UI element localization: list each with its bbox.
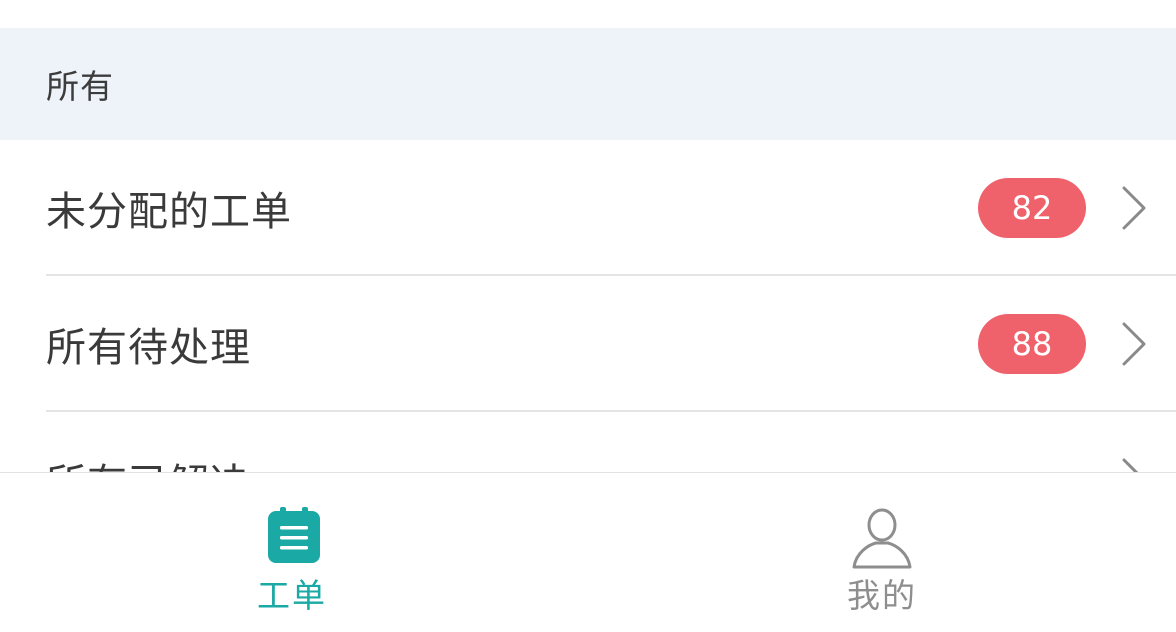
- count-badge: 88: [978, 314, 1086, 374]
- chevron-right-icon: [1122, 322, 1146, 366]
- user-profile-icon: [852, 508, 912, 569]
- count-badge: 82: [978, 178, 1086, 238]
- section-header: 所有: [0, 28, 1176, 140]
- list-item-label: 未分配的工单: [46, 189, 292, 235]
- tab-mine[interactable]: 我的: [588, 473, 1176, 632]
- list-item-unassigned[interactable]: 未分配的工单 82: [0, 140, 1176, 276]
- tab-label: 我的: [847, 576, 917, 615]
- tab-label: 工单: [257, 576, 327, 615]
- list-item-all-pending[interactable]: 所有待处理 88: [0, 276, 1176, 412]
- tab-tickets[interactable]: 工单: [0, 473, 588, 632]
- ticket-list: 未分配的工单 82 所有待处理 88 所有已解决: [0, 140, 1176, 472]
- chevron-right-icon: [1122, 458, 1139, 472]
- bottom-tab-bar: 工单 我的: [0, 472, 1176, 631]
- section-title: 所有: [46, 67, 114, 106]
- list-item-all-resolved[interactable]: 所有已解决: [0, 412, 1176, 472]
- top-blank-area: [0, 0, 1176, 28]
- clipboard-list-icon: [268, 507, 320, 563]
- list-item-label: 所有已解决: [46, 451, 251, 472]
- chevron-right-icon: [1122, 186, 1146, 230]
- list-item-label: 所有待处理: [46, 325, 251, 371]
